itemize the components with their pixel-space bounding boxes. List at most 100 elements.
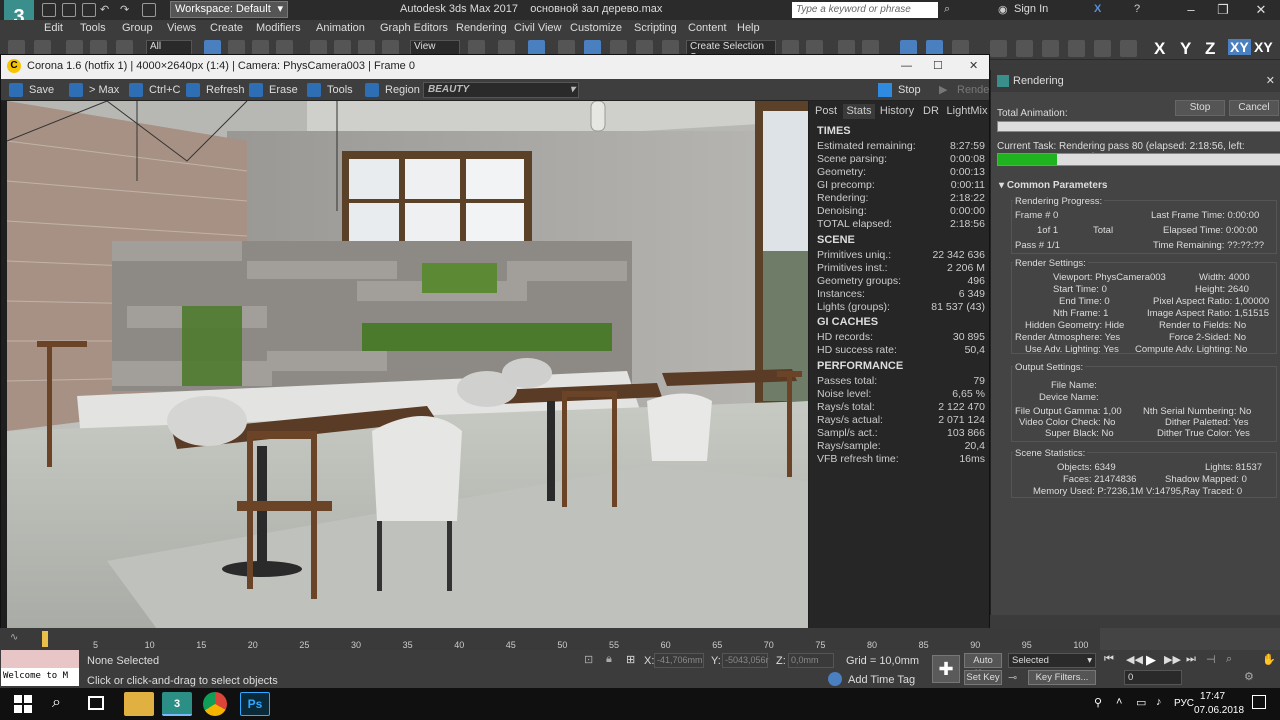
binoculars-icon[interactable]: ⌕	[944, 3, 950, 16]
workspace-dropdown[interactable]: Workspace: Default ▾	[170, 1, 288, 18]
project-folder-icon[interactable]	[142, 3, 156, 17]
render-production-icon[interactable]	[1042, 40, 1059, 57]
close-button[interactable]: ✕	[1246, 0, 1276, 20]
isolate-selection-icon[interactable]: ⊡	[584, 653, 593, 666]
key-filter-icon[interactable]: ⊸	[1008, 671, 1017, 684]
go-to-end-icon[interactable]: ⏭	[1186, 653, 1196, 666]
vfb-copy-button[interactable]: Ctrl+C	[129, 82, 180, 98]
clock-date[interactable]: 07.06.2018	[1194, 705, 1244, 716]
menu-views[interactable]: Views	[167, 22, 196, 34]
tab-lightmix[interactable]: LightMix	[945, 104, 989, 119]
a360-icon[interactable]	[1120, 40, 1137, 57]
time-tag-icon[interactable]	[828, 672, 842, 686]
open-file-icon[interactable]	[62, 3, 76, 17]
menu-animation[interactable]: Animation	[316, 22, 365, 34]
vfb-save-button[interactable]: Save	[9, 82, 54, 98]
absolute-mode-icon[interactable]: ⊞	[626, 653, 635, 666]
rendering-stop-button[interactable]: Stop	[1175, 100, 1225, 116]
clock-time[interactable]: 17:47	[1200, 691, 1225, 702]
rendering-cancel-button[interactable]: Cancel	[1229, 100, 1279, 116]
auto-key-button[interactable]: Auto Key	[964, 653, 1002, 679]
previous-frame-icon[interactable]: ◀◀	[1126, 653, 1143, 666]
redo-icon[interactable]: ↷	[120, 3, 134, 17]
key-selection-dropdown[interactable]: Selected ▾	[1008, 653, 1096, 668]
named-selection-dropdown[interactable]: Create Selection Se	[686, 40, 776, 63]
menu-group[interactable]: Group	[122, 22, 153, 34]
vfb-render-button[interactable]: ▶ Render	[939, 82, 993, 98]
vfb-erase-button[interactable]: Erase	[249, 82, 298, 98]
maxscript-listener[interactable]	[1, 650, 79, 668]
menu-create[interactable]: Create	[210, 22, 243, 34]
notifications-icon[interactable]	[1252, 695, 1266, 709]
render-setup-icon[interactable]	[990, 40, 1007, 57]
network-icon[interactable]: ▭	[1136, 696, 1146, 709]
photoshop-icon[interactable]: Ps	[240, 692, 270, 716]
save-file-icon[interactable]	[82, 3, 96, 17]
axis-x-button[interactable]: X	[1154, 39, 1165, 59]
menu-rendering[interactable]: Rendering	[456, 22, 507, 34]
3ds-max-taskbar-icon[interactable]: 3	[162, 692, 192, 716]
x-coord-field[interactable]: -41,706mm	[654, 653, 704, 668]
vfb-minimize-button[interactable]: —	[901, 55, 912, 77]
axis-xy-cycle-button[interactable]: XY	[1254, 39, 1273, 55]
vfb-tools-button[interactable]: Tools	[307, 82, 353, 98]
axis-xy-button[interactable]: XY	[1228, 39, 1251, 55]
maximize-button[interactable]: ❐	[1208, 0, 1238, 20]
z-coord-field[interactable]: 0,0mm	[788, 653, 834, 668]
common-parameters-rollout[interactable]: ▾ Common Parameters	[999, 180, 1107, 191]
render-iterative-icon[interactable]	[1094, 40, 1111, 57]
selection-filter-dropdown[interactable]: All	[146, 40, 192, 55]
next-frame-icon[interactable]: ▶▶	[1164, 653, 1181, 666]
tab-stats[interactable]: Stats	[843, 104, 875, 119]
time-configuration-icon[interactable]: ⚙	[1244, 670, 1254, 683]
vfb-close-button[interactable]: ✕	[969, 55, 978, 77]
search-icon[interactable]: ⌕	[52, 694, 61, 712]
current-frame-field[interactable]: 0	[1124, 670, 1182, 685]
key-mode-icon[interactable]: ⊣	[1206, 653, 1216, 666]
play-icon[interactable]: ▶	[1146, 652, 1156, 668]
chrome-icon[interactable]	[203, 692, 227, 716]
language-indicator[interactable]: РУС	[1174, 698, 1194, 709]
timeline[interactable]: ∿ 5 10 15 20 25 30 35 40 45 50 55 60 65 70 75 80 85 90 95 1…	[0, 628, 1100, 650]
set-key-button[interactable]: Set Key	[964, 670, 1002, 685]
rendered-frame-window-icon[interactable]	[1016, 40, 1033, 57]
help-icon[interactable]: ?	[1134, 3, 1140, 15]
zoom-extents-icon[interactable]: ⌕	[1226, 653, 1232, 666]
menu-graph-editors[interactable]: Graph Editors	[380, 22, 448, 34]
teapot-icon[interactable]	[1068, 40, 1085, 57]
new-file-icon[interactable]	[42, 3, 56, 17]
undo-icon[interactable]: ↶	[100, 3, 114, 17]
axis-z-button[interactable]: Z	[1205, 39, 1215, 59]
tab-dr[interactable]: DR	[919, 104, 943, 119]
menu-content[interactable]: Content	[688, 22, 727, 34]
vfb-stop-button[interactable]: Stop	[878, 82, 921, 98]
menu-customize[interactable]: Customize	[570, 22, 622, 34]
search-input[interactable]: Type a keyword or phrase	[792, 2, 938, 18]
set-key-mode-icon[interactable]: ✚	[932, 655, 960, 683]
task-view-icon[interactable]	[88, 696, 104, 710]
menu-civil-view[interactable]: Civil View	[514, 22, 561, 34]
menu-tools[interactable]: Tools	[80, 22, 106, 34]
render-pass-dropdown[interactable]: BEAUTY ▾	[423, 82, 579, 98]
menu-modifiers[interactable]: Modifiers	[256, 22, 301, 34]
minimize-button[interactable]: –	[1176, 0, 1206, 20]
file-explorer-icon[interactable]	[124, 692, 154, 716]
reference-coordinate-dropdown[interactable]: View	[410, 40, 460, 55]
vfb-maximize-button[interactable]: ☐	[933, 55, 943, 77]
exchange-icon[interactable]: X	[1094, 3, 1101, 15]
tab-post[interactable]: Post	[811, 104, 841, 119]
sign-in-link[interactable]: Sign In	[1014, 3, 1048, 15]
vfb-to-max-button[interactable]: > Max	[69, 82, 119, 98]
vfb-region-button[interactable]: Region	[365, 82, 420, 98]
go-to-start-icon[interactable]: ⏮	[1104, 653, 1114, 666]
axis-y-button[interactable]: Y	[1180, 39, 1191, 59]
show-hidden-icons[interactable]: ˄	[1116, 696, 1122, 708]
key-filters-button[interactable]: Key Filters...	[1028, 670, 1096, 685]
user-icon[interactable]: ◉	[998, 3, 1008, 16]
windows-start-icon[interactable]	[14, 695, 32, 713]
y-coord-field[interactable]: -5043,056r	[722, 653, 769, 668]
volume-icon[interactable]: ♪	[1156, 696, 1162, 708]
people-icon[interactable]: ⚲	[1094, 696, 1102, 709]
vfb-refresh-button[interactable]: Refresh	[186, 82, 245, 98]
add-time-tag[interactable]: Add Time Tag	[848, 674, 915, 686]
